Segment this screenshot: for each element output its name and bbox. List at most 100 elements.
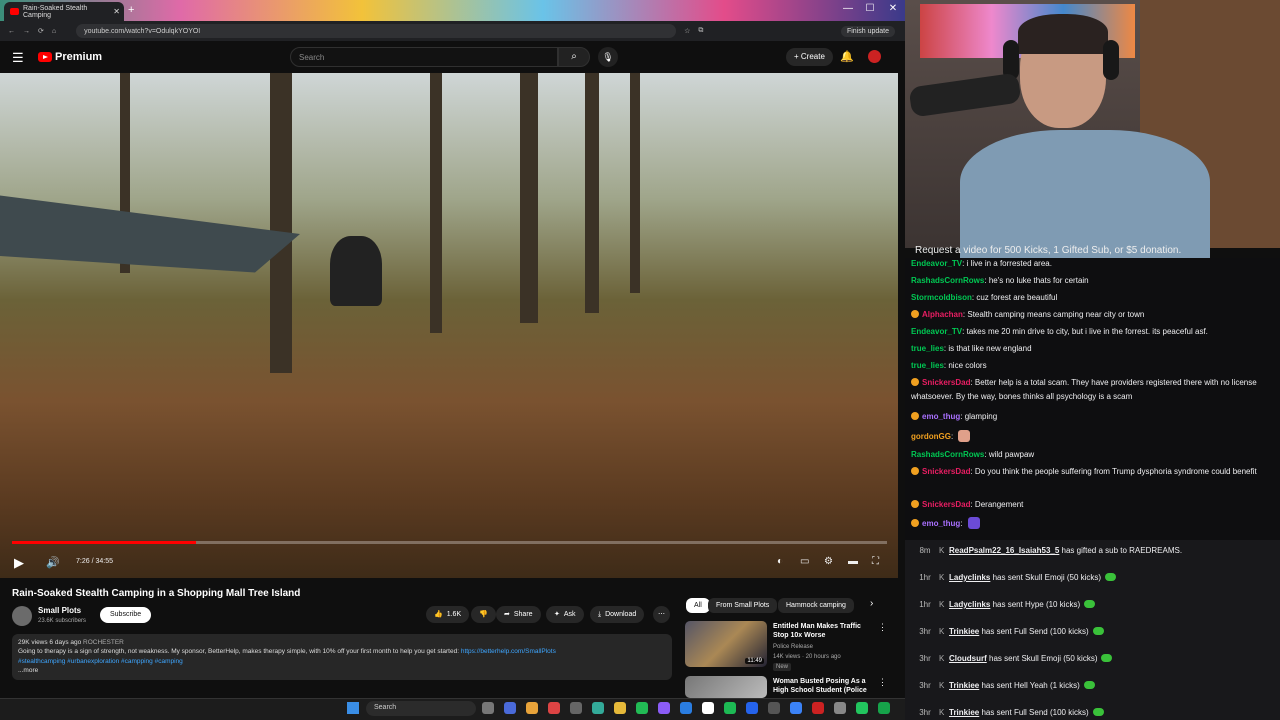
chat-username[interactable]: emo_thug: [922, 519, 960, 528]
description-hashtags[interactable]: #stealthcamping #urbanexploration #campp…: [18, 657, 666, 666]
subscribe-button[interactable]: Subscribe: [100, 607, 152, 623]
chat-username[interactable]: true_lies: [911, 361, 944, 370]
kick-icon[interactable]: [878, 702, 890, 714]
app-icon[interactable]: [768, 702, 780, 714]
new-tab-button[interactable]: +: [128, 4, 134, 16]
chat-username[interactable]: emo_thug: [922, 412, 960, 421]
finish-update-button[interactable]: Finish update: [840, 25, 895, 37]
app-icon[interactable]: [790, 702, 802, 714]
app-icon[interactable]: [636, 702, 648, 714]
chrome-browser-icon[interactable]: [548, 702, 560, 714]
chat-message: true_lies: is that like new england: [911, 342, 1271, 356]
task-view-icon[interactable]: [482, 702, 494, 714]
event-username[interactable]: Cloudsurf: [949, 654, 987, 663]
chip-from-channel[interactable]: From Small Plots: [708, 598, 778, 613]
forward-icon[interactable]: →: [23, 28, 30, 35]
close-window-button[interactable]: ✕: [883, 3, 903, 14]
chat-username[interactable]: SnickersDad: [922, 500, 970, 509]
file-explorer-icon[interactable]: [614, 702, 626, 714]
subscriber-badge-icon: [911, 310, 919, 318]
chip-hammock-camping[interactable]: Hammock camping: [778, 598, 854, 613]
chat-username[interactable]: Endeavor_TV: [911, 327, 962, 336]
youtube-logo[interactable]: Premium: [38, 51, 102, 63]
notifications-bell-icon[interactable]: 🔔: [840, 50, 854, 63]
description-sponsor-link[interactable]: https://betterhelp.com/SmallPlots: [461, 648, 556, 655]
dislike-button[interactable]: 👎: [471, 606, 496, 623]
youtube-favicon-icon: [10, 8, 19, 15]
more-actions-button[interactable]: ⋯: [653, 606, 670, 623]
create-button[interactable]: + Create: [786, 48, 833, 66]
ask-label: Ask: [563, 611, 576, 618]
extensions-icon[interactable]: ⧉: [698, 27, 703, 35]
event-username[interactable]: Ladyclinks: [949, 600, 990, 609]
share-button[interactable]: ➦ Share: [496, 606, 541, 623]
channel-avatar[interactable]: [12, 606, 32, 626]
volume-icon[interactable]: 🔊: [46, 556, 60, 569]
rec-more-icon[interactable]: ⋮: [878, 622, 887, 633]
chrome-browser-icon[interactable]: [526, 702, 538, 714]
chevron-right-icon[interactable]: ›: [870, 598, 873, 609]
download-button[interactable]: ⤓ Download: [590, 606, 645, 623]
event-username[interactable]: Trinkiee: [949, 627, 979, 636]
search-icon[interactable]: ⌕: [558, 47, 590, 67]
discord-icon[interactable]: [658, 702, 670, 714]
chat-username[interactable]: RashadsCornRows: [911, 450, 984, 459]
event-username[interactable]: ReadPsalm22_16_Isaiah53_5: [949, 546, 1059, 555]
show-more-link[interactable]: ...more: [18, 666, 666, 675]
chat-username[interactable]: RashadsCornRows: [911, 276, 984, 285]
theater-mode-icon[interactable]: ▬: [848, 556, 858, 567]
home-icon[interactable]: ⌂: [52, 28, 56, 35]
app-icon[interactable]: [570, 702, 582, 714]
start-windows-icon[interactable]: [347, 702, 359, 714]
browser-tab[interactable]: Rain-Soaked Stealth Camping ✕: [4, 2, 124, 21]
chat-username[interactable]: SnickersDad: [922, 467, 970, 476]
app-icon[interactable]: [702, 702, 714, 714]
edge-browser-icon[interactable]: [504, 702, 516, 714]
hamburger-menu-icon[interactable]: ☰: [12, 50, 24, 66]
captions-icon[interactable]: ▭: [800, 556, 809, 567]
video-player[interactable]: [0, 73, 898, 578]
taskbar-search[interactable]: Search: [366, 701, 476, 716]
video-progress-bar[interactable]: [12, 541, 887, 544]
settings-gear-icon[interactable]: ⚙: [824, 556, 833, 567]
rec-more-icon[interactable]: ⋮: [878, 677, 887, 688]
app-icon[interactable]: [834, 702, 846, 714]
back-icon[interactable]: ←: [8, 28, 15, 35]
chat-username[interactable]: gordonGG: [911, 432, 951, 441]
app-icon[interactable]: [746, 702, 758, 714]
chat-username[interactable]: Alphachan: [922, 310, 963, 319]
event-username[interactable]: Trinkiee: [949, 681, 979, 690]
chat-username[interactable]: Stormcoldbison: [911, 293, 972, 302]
maximize-window-button[interactable]: ☐: [860, 3, 880, 14]
video-description[interactable]: 29K views 6 days ago ROCHESTER Going to …: [12, 634, 672, 680]
autoplay-toggle-icon[interactable]: ◐: [777, 556, 783, 567]
bookmark-star-icon[interactable]: ☆: [684, 27, 690, 35]
minimize-window-button[interactable]: —: [838, 3, 858, 14]
url-field[interactable]: youtube.com/watch?v=OdulqkYOYOI: [76, 24, 677, 38]
app-icon[interactable]: [592, 702, 604, 714]
like-button[interactable]: 👍 1.6K: [426, 606, 470, 623]
reload-icon[interactable]: ⟳: [38, 27, 44, 35]
search-input[interactable]: Search: [290, 47, 558, 67]
app-icon[interactable]: [812, 702, 824, 714]
channel-name[interactable]: Small Plots: [38, 606, 81, 615]
fullscreen-icon[interactable]: ⛶: [872, 556, 879, 567]
chat-username[interactable]: true_lies: [911, 344, 944, 353]
event-username[interactable]: Ladyclinks: [949, 573, 990, 582]
app-icon[interactable]: [856, 702, 868, 714]
rec-thumbnail[interactable]: 11:49: [685, 621, 767, 667]
user-avatar[interactable]: [868, 50, 881, 63]
close-tab-icon[interactable]: ✕: [113, 7, 120, 16]
chat-message: Stormcoldbison: cuz forest are beautiful: [911, 291, 1271, 305]
chat-username[interactable]: Endeavor_TV: [911, 259, 962, 268]
microphone-icon[interactable]: 🎙: [598, 47, 618, 67]
chat-username[interactable]: SnickersDad: [922, 378, 970, 387]
spotify-icon[interactable]: [724, 702, 736, 714]
rec-thumbnail[interactable]: [685, 676, 767, 698]
chip-all[interactable]: All: [686, 598, 710, 613]
rec-title[interactable]: Entitled Man Makes Traffic Stop 10x Wors…: [773, 622, 873, 640]
play-icon[interactable]: ▶: [14, 555, 24, 571]
app-icon[interactable]: [680, 702, 692, 714]
ask-button[interactable]: ✦ Ask: [546, 606, 584, 623]
event-username[interactable]: Trinkiee: [949, 708, 979, 717]
